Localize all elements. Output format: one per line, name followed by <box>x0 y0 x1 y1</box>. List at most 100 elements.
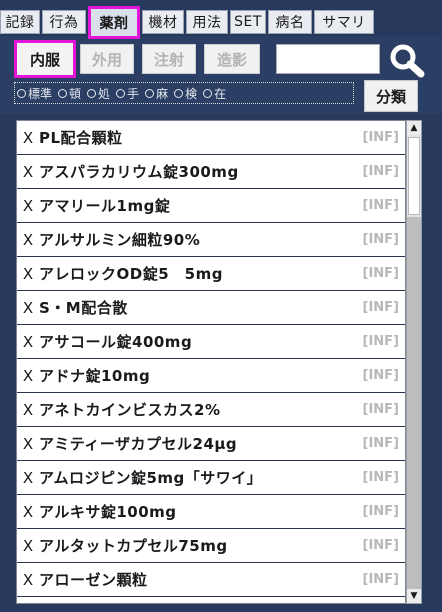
info-tag[interactable]: [INF] <box>353 334 405 349</box>
drug-name: アマリール1mg錠 <box>39 197 171 215</box>
list-item[interactable]: X アルサルミン細粒90% [INF] <box>17 223 405 257</box>
info-tag[interactable]: [INF] <box>353 402 405 417</box>
list-item[interactable]: X S・M配合散 [INF] <box>17 291 405 325</box>
info-tag[interactable]: [INF] <box>353 300 405 315</box>
radio-circle-icon <box>58 88 68 98</box>
radio-label: 頓 <box>69 86 82 101</box>
scroll-track[interactable] <box>407 217 421 589</box>
info-tag[interactable]: [INF] <box>353 198 405 213</box>
remove-icon[interactable]: X <box>17 401 39 419</box>
remove-icon[interactable]: X <box>17 469 39 487</box>
list-item[interactable]: X アドナ錠10mg [INF] <box>17 359 405 393</box>
drug-name: アムロジピン錠5mg「サワイ」 <box>39 469 263 487</box>
list-item[interactable]: X アサコール錠400mg [INF] <box>17 325 405 359</box>
remove-icon[interactable]: X <box>17 197 39 215</box>
category-tab-bar: 記録 行為 薬剤 機材 用法 SET 病名 サマリ <box>0 6 442 39</box>
tab-drugs[interactable]: 薬剤 <box>88 6 140 39</box>
info-tag[interactable]: [INF] <box>353 130 405 145</box>
info-tag[interactable]: [INF] <box>353 504 405 519</box>
radio-home[interactable]: 在 <box>203 85 226 102</box>
drug-name: アドナ錠10mg <box>39 367 151 385</box>
route-injection-button[interactable]: 注射 <box>142 44 196 74</box>
remove-icon[interactable]: X <box>17 231 39 249</box>
remove-icon[interactable]: X <box>17 571 39 589</box>
info-tag[interactable]: [INF] <box>353 538 405 553</box>
remove-icon[interactable]: X <box>17 163 39 181</box>
tab-procedures[interactable]: 行為 <box>42 10 86 34</box>
info-tag[interactable]: [INF] <box>353 470 405 485</box>
info-tag[interactable]: [INF] <box>353 164 405 179</box>
radio-label: 標準 <box>28 86 53 101</box>
bottom-bar <box>0 604 442 612</box>
radio-circle-icon <box>145 88 155 98</box>
list-item[interactable]: X アスパラカリウム錠300mg [INF] <box>17 155 405 189</box>
remove-icon[interactable]: X <box>17 299 39 317</box>
tab-records[interactable]: 記録 <box>0 10 40 34</box>
tab-disease[interactable]: 病名 <box>268 10 312 34</box>
radio-label: 在 <box>214 86 227 101</box>
info-tag[interactable]: [INF] <box>353 266 405 281</box>
tab-summary[interactable]: サマリ <box>314 10 374 34</box>
radio-test[interactable]: 検 <box>174 85 197 102</box>
drug-name: アレロックOD錠5 5mg <box>39 265 223 283</box>
radio-procedure[interactable]: 処 <box>87 85 110 102</box>
info-tag[interactable]: [INF] <box>353 436 405 451</box>
radio-surgery[interactable]: 手 <box>116 85 139 102</box>
tab-usage[interactable]: 用法 <box>186 10 228 34</box>
info-tag[interactable]: [INF] <box>353 232 405 247</box>
list-scrollbar[interactable]: ▲ ▼ <box>406 120 422 604</box>
search-input[interactable] <box>276 44 380 74</box>
remove-icon[interactable]: X <box>17 435 39 453</box>
drug-name: アミティーザカプセル24μg <box>39 435 238 453</box>
radio-label: 検 <box>185 86 198 101</box>
drug-name: PL配合顆粒 <box>39 129 123 147</box>
drug-list: X PL配合顆粒 [INF] X アスパラカリウム錠300mg [INF] X … <box>16 120 406 604</box>
remove-icon[interactable]: X <box>17 367 39 385</box>
drug-name: アルサルミン細粒90% <box>39 231 201 249</box>
drug-name: アネトカインビスカス2% <box>39 401 221 419</box>
classify-button[interactable]: 分類 <box>364 80 418 112</box>
radio-label: 手 <box>127 86 140 101</box>
radio-circle-icon <box>174 88 184 98</box>
search-icon[interactable] <box>388 42 428 78</box>
radio-label: 処 <box>98 86 111 101</box>
list-item[interactable]: X アミティーザカプセル24μg [INF] <box>17 427 405 461</box>
info-tag[interactable]: [INF] <box>353 368 405 383</box>
drug-name: アスパラカリウム錠300mg <box>39 163 239 181</box>
radio-circle-icon <box>87 88 97 98</box>
list-item[interactable]: X アローゼン顆粒 [INF] <box>17 563 405 597</box>
drug-type-radio-group: 標準 頓 処 手 麻 検 在 <box>14 82 354 104</box>
tab-equipment[interactable]: 機材 <box>142 10 184 34</box>
list-item[interactable]: X アレロックOD錠5 5mg [INF] <box>17 257 405 291</box>
list-item[interactable]: X PL配合顆粒 [INF] <box>17 121 405 155</box>
radio-anesthesia[interactable]: 麻 <box>145 85 168 102</box>
route-oral-button[interactable]: 内服 <box>14 40 76 78</box>
radio-circle-icon <box>203 88 213 98</box>
radio-as-needed[interactable]: 頓 <box>58 85 81 102</box>
radio-circle-icon <box>17 88 26 98</box>
list-item[interactable]: X アネトカインビスカス2% [INF] <box>17 393 405 427</box>
radio-standard[interactable]: 標準 <box>17 85 52 102</box>
drug-name: アルタットカプセル75mg <box>39 537 228 555</box>
list-item[interactable]: X アマリール1mg錠 [INF] <box>17 189 405 223</box>
tab-set[interactable]: SET <box>230 10 266 34</box>
scroll-thumb[interactable] <box>408 137 420 215</box>
drug-name: アローゼン顆粒 <box>39 571 148 589</box>
drug-name: S・M配合散 <box>39 299 128 317</box>
remove-icon[interactable]: X <box>17 129 39 147</box>
radio-circle-icon <box>116 88 126 98</box>
scroll-up-arrow-icon[interactable]: ▲ <box>407 121 421 135</box>
remove-icon[interactable]: X <box>17 503 39 521</box>
info-tag[interactable]: [INF] <box>353 572 405 587</box>
remove-icon[interactable]: X <box>17 537 39 555</box>
scroll-down-arrow-icon[interactable]: ▼ <box>407 589 421 603</box>
drug-name: アサコール錠400mg <box>39 333 193 351</box>
list-item[interactable]: X アルタットカプセル75mg [INF] <box>17 529 405 563</box>
list-item[interactable]: X アルキサ錠100mg [INF] <box>17 495 405 529</box>
route-contrast-button[interactable]: 造影 <box>204 44 260 74</box>
list-item[interactable]: X アムロジピン錠5mg「サワイ」 [INF] <box>17 461 405 495</box>
remove-icon[interactable]: X <box>17 265 39 283</box>
route-external-button[interactable]: 外用 <box>80 44 134 74</box>
remove-icon[interactable]: X <box>17 333 39 351</box>
drug-name: アルキサ錠100mg <box>39 503 177 521</box>
